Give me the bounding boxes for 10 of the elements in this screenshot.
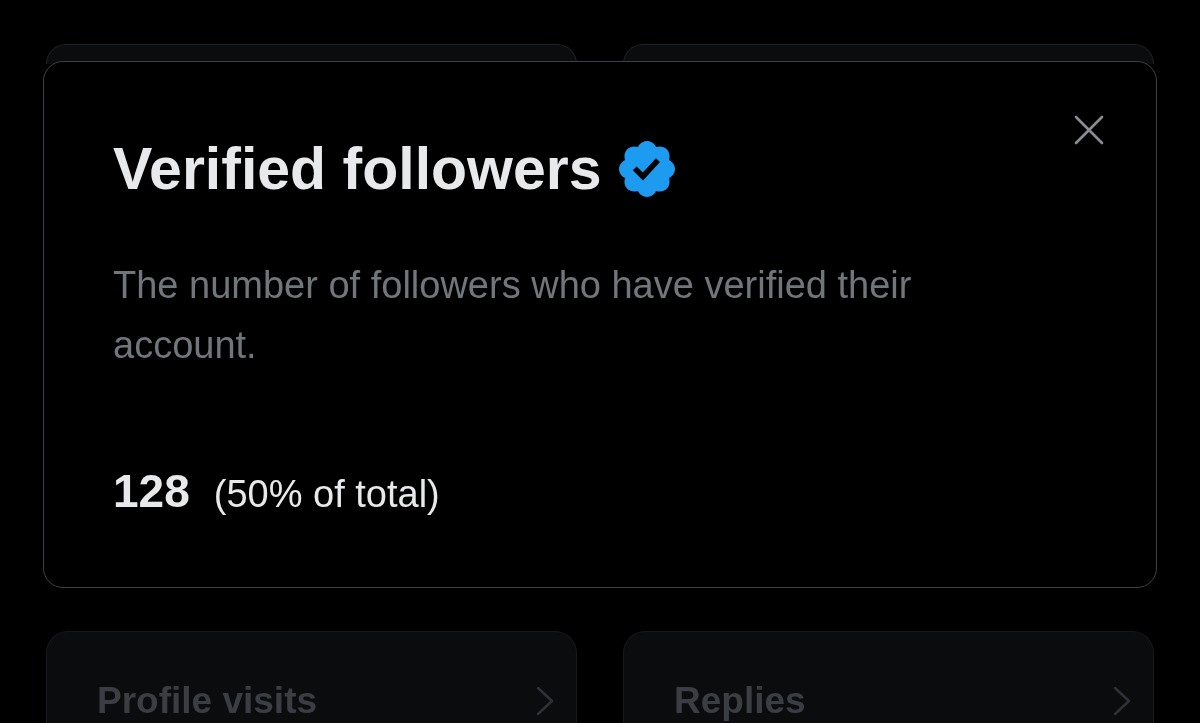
chevron-icon [536, 686, 554, 716]
stat-card[interactable] [623, 44, 1154, 64]
dialog-title: Verified followers [113, 135, 602, 203]
close-icon [1074, 115, 1104, 145]
follower-count: 128 [113, 468, 190, 514]
close-button[interactable] [1074, 115, 1104, 145]
stat-card[interactable] [46, 44, 577, 64]
chevron-icon [1113, 686, 1131, 716]
follower-share: (50% of total) [213, 475, 440, 513]
dialog-description: The number of followers who have verified their account. [113, 263, 913, 368]
